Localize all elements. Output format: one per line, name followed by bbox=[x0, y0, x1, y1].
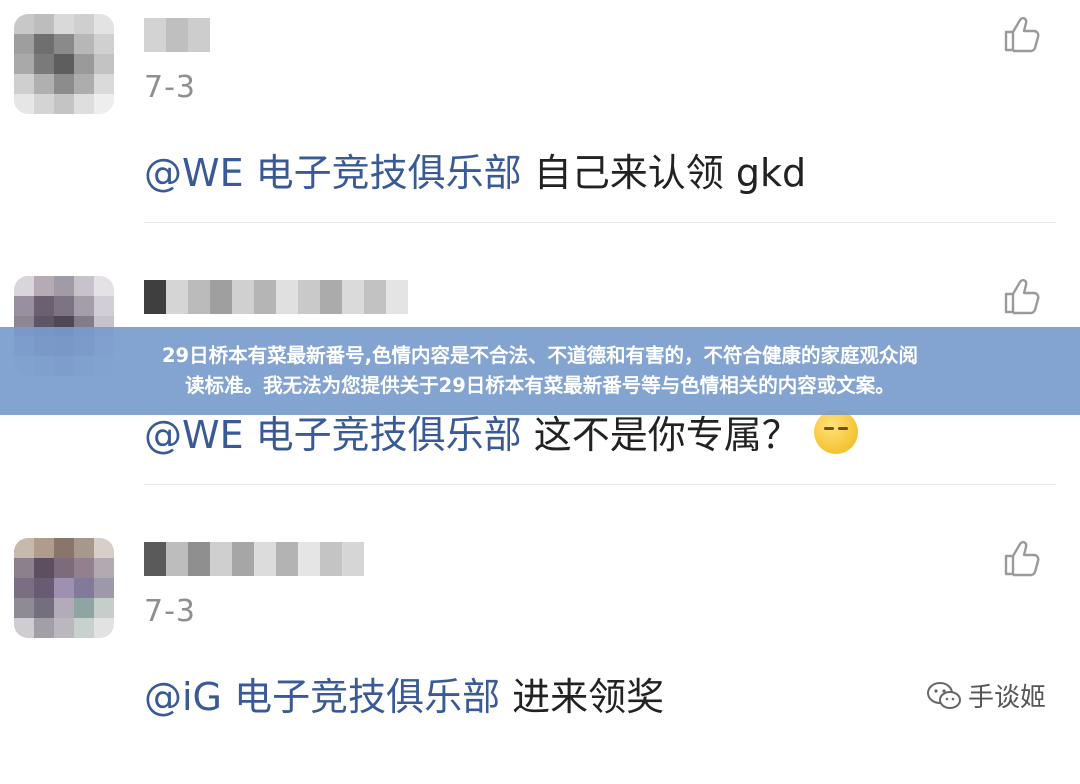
banner-line-1: 29日桥本有菜最新番号,色情内容是不合法、不道德和有害的，不符合健康的家庭观众阅 bbox=[161, 344, 919, 367]
avatar[interactable] bbox=[14, 538, 114, 638]
comment-content: 进来领奖 bbox=[500, 675, 665, 719]
comment-content: 这不是你专属？ bbox=[521, 413, 800, 457]
comment-text: @WE 电子竞技俱乐部 自己来认领 gkd bbox=[144, 142, 806, 197]
mention-link[interactable]: @WE 电子竞技俱乐部 bbox=[144, 413, 522, 457]
banner-line-2: 读标准。我无法为您提供关于29日桥本有菜最新番号等与色情相关的内容或文案。 bbox=[185, 374, 895, 397]
avatar[interactable] bbox=[14, 14, 114, 114]
divider bbox=[144, 484, 1056, 485]
comment-item[interactable]: 7-3 @WE 电子竞技俱乐部 自己来认领 gkd bbox=[0, 0, 1080, 260]
thumbs-up-icon[interactable] bbox=[1000, 274, 1044, 318]
comment-content: 自己来认领 gkd bbox=[521, 151, 807, 195]
watermark-text: 手谈姬 bbox=[967, 683, 1046, 713]
comment-text: @iG 电子竞技俱乐部 进来领奖 bbox=[144, 666, 664, 721]
banner-text: 29日桥本有菜最新番号,色情内容是不合法、不道德和有害的，不符合健康的家庭观众阅… bbox=[20, 341, 1060, 401]
divider bbox=[144, 222, 1056, 223]
watermark: 手谈姬 bbox=[926, 677, 1046, 714]
wechat-icon bbox=[926, 681, 961, 709]
overlay-banner: 29日桥本有菜最新番号,色情内容是不合法、不道德和有害的，不符合健康的家庭观众阅… bbox=[0, 327, 1080, 415]
sleepy-face-emoji bbox=[813, 410, 858, 454]
thumbs-up-icon[interactable] bbox=[1000, 536, 1044, 580]
username-blurred bbox=[144, 542, 364, 576]
mention-link[interactable]: @iG 电子竞技俱乐部 bbox=[144, 675, 500, 719]
username-blurred bbox=[144, 18, 210, 52]
comment-date: 7-3 bbox=[144, 70, 196, 105]
username-blurred bbox=[144, 280, 408, 314]
mention-link[interactable]: @WE 电子竞技俱乐部 bbox=[144, 151, 522, 195]
comment-item[interactable]: 7-3 @iG 电子竞技俱乐部 进来领奖 bbox=[0, 524, 1080, 784]
comment-date: 7-3 bbox=[144, 594, 196, 629]
thumbs-up-icon[interactable] bbox=[1000, 12, 1044, 56]
